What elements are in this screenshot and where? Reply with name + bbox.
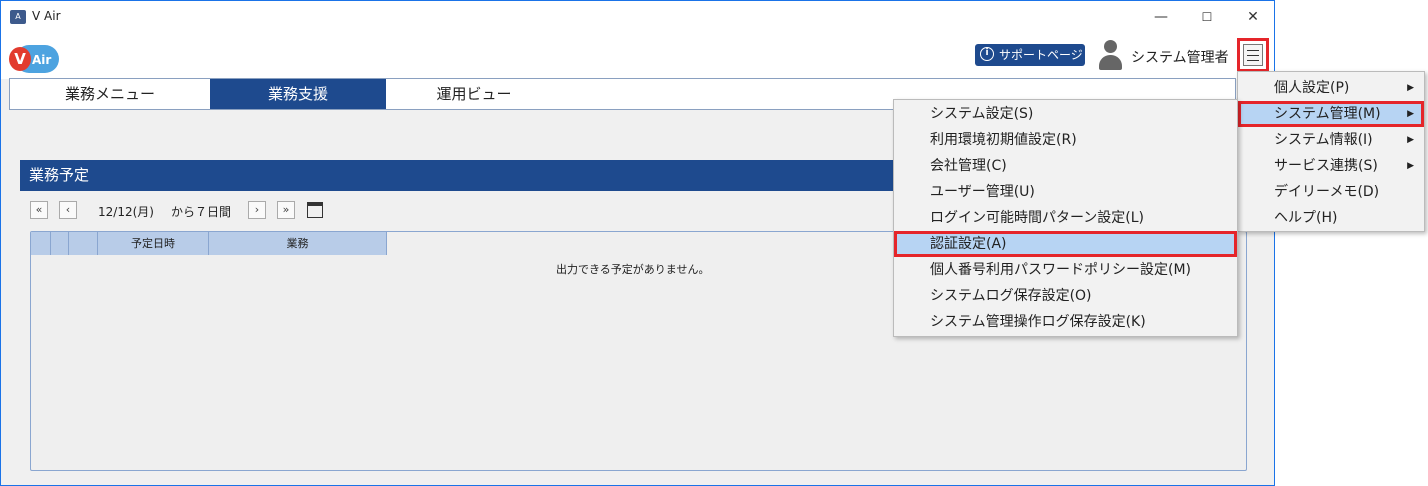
column-header[interactable] (31, 232, 51, 255)
date-range-label: から７日間 (171, 205, 232, 219)
menu-item-label: ヘルプ(H) (1274, 210, 1338, 226)
column-header[interactable] (69, 232, 98, 255)
column-header[interactable] (51, 232, 69, 255)
submenu-arrow-icon: ▶ (1407, 135, 1414, 145)
hamburger-menu-button[interactable] (1237, 38, 1269, 72)
app-icon: A (10, 10, 26, 24)
menu-item-label: システム情報(I) (1274, 132, 1373, 148)
first-page-button[interactable]: « (30, 201, 48, 219)
column-header-datetime[interactable]: 予定日時 (98, 232, 209, 255)
submenu-item-user-admin[interactable]: ユーザー管理(U) (894, 179, 1237, 205)
menu-item-label: 認証設定(A) (930, 236, 1007, 252)
vair-logo: V Air (9, 43, 59, 75)
minimize-button[interactable]: — (1138, 1, 1184, 33)
submenu-arrow-icon: ▶ (1407, 161, 1414, 171)
hamburger-icon (1243, 44, 1263, 66)
prev-page-button[interactable]: ‹ (59, 201, 77, 219)
title-bar[interactable]: A V Air — ☐ ✕ (1, 1, 1274, 33)
logo-text: Air (32, 53, 52, 67)
app-header: V Air i サポートページ システム管理者 (1, 33, 1274, 79)
menu-item-label: システム管理操作ログ保存設定(K) (930, 314, 1146, 330)
tab-gyomu-menu[interactable]: 業務メニュー (10, 79, 210, 109)
submenu-item-login-time-pattern[interactable]: ログイン可能時間パターン設定(L) (894, 205, 1237, 231)
user-icon (1098, 40, 1122, 72)
next-page-button[interactable]: › (248, 201, 266, 219)
logo-v: V (9, 47, 31, 71)
submenu-item-auth-settings[interactable]: 認証設定(A) (894, 231, 1237, 257)
menu-item-label: システム設定(S) (930, 106, 1034, 122)
submenu-item-mynumber-password-policy[interactable]: 個人番号利用パスワードポリシー設定(M) (894, 257, 1237, 283)
menu-item-label: サービス連携(S) (1274, 158, 1378, 174)
window-title: V Air (32, 9, 61, 23)
main-menu: 個人設定(P) ▶ システム管理(M) ▶ システム情報(I) ▶ サービス連携… (1237, 71, 1425, 232)
menu-item-label: ユーザー管理(U) (930, 184, 1035, 200)
menu-item-label: システム管理(M) (1274, 106, 1381, 122)
tab-gyomu-shien[interactable]: 業務支援 (210, 79, 386, 109)
last-page-button[interactable]: » (277, 201, 295, 219)
menu-item-personal-settings[interactable]: 個人設定(P) ▶ (1238, 75, 1424, 101)
submenu-arrow-icon: ▶ (1407, 83, 1414, 93)
menu-item-label: デイリーメモ(D) (1274, 184, 1380, 200)
menu-item-label: 利用環境初期値設定(R) (930, 132, 1077, 148)
submenu-item-company-admin[interactable]: 会社管理(C) (894, 153, 1237, 179)
column-header-task[interactable]: 業務 (209, 232, 387, 255)
user-name: システム管理者 (1131, 50, 1229, 66)
menu-item-service-link[interactable]: サービス連携(S) ▶ (1238, 153, 1424, 179)
menu-item-label: システムログ保存設定(O) (930, 288, 1092, 304)
submenu-item-system-settings[interactable]: システム設定(S) (894, 101, 1237, 127)
submenu-item-admin-op-log-settings[interactable]: システム管理操作ログ保存設定(K) (894, 309, 1237, 335)
close-button[interactable]: ✕ (1230, 1, 1276, 33)
support-page-label: サポートページ (999, 48, 1083, 62)
menu-item-daily-memo[interactable]: デイリーメモ(D) (1238, 179, 1424, 205)
submenu-item-env-defaults[interactable]: 利用環境初期値設定(R) (894, 127, 1237, 153)
tab-unyo-view[interactable]: 運用ビュー (386, 79, 562, 109)
menu-item-system-admin[interactable]: システム管理(M) ▶ (1238, 101, 1424, 127)
menu-item-label: 個人設定(P) (1274, 80, 1350, 96)
menu-item-system-info[interactable]: システム情報(I) ▶ (1238, 127, 1424, 153)
support-page-button[interactable]: i サポートページ (975, 44, 1085, 66)
info-icon: i (980, 47, 994, 61)
menu-item-help[interactable]: ヘルプ(H) (1238, 205, 1424, 231)
start-date: 12/12(月) (98, 205, 154, 219)
menu-item-label: 個人番号利用パスワードポリシー設定(M) (930, 262, 1192, 278)
submenu-item-system-log-settings[interactable]: システムログ保存設定(O) (894, 283, 1237, 309)
calendar-icon[interactable] (307, 202, 323, 218)
menu-item-label: ログイン可能時間パターン設定(L) (930, 210, 1145, 226)
menu-item-label: 会社管理(C) (930, 158, 1007, 174)
submenu-arrow-icon: ▶ (1407, 109, 1414, 119)
maximize-button[interactable]: ☐ (1184, 1, 1230, 33)
empty-message: 出力できる予定がありません。 (556, 263, 710, 276)
system-admin-submenu: システム設定(S) 利用環境初期値設定(R) 会社管理(C) ユーザー管理(U)… (893, 99, 1238, 337)
